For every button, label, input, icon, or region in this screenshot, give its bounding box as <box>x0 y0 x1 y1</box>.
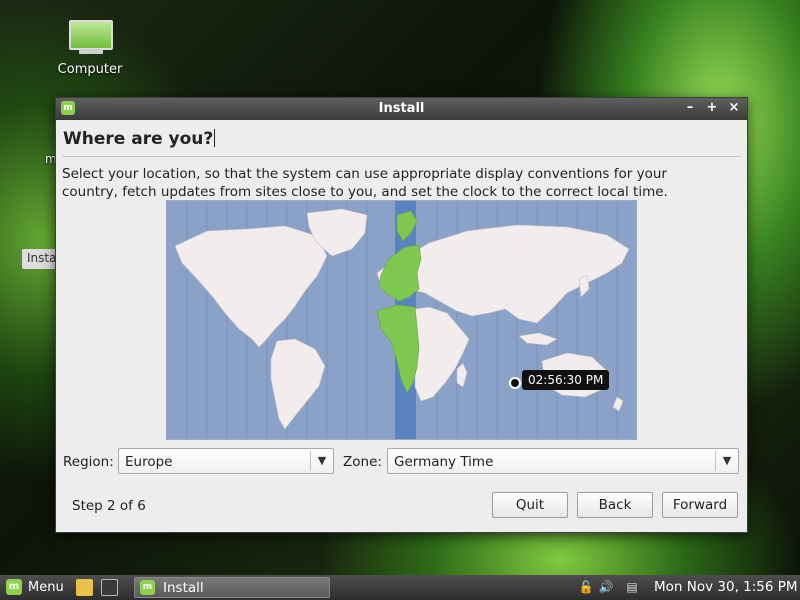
maximize-button[interactable]: + <box>705 100 719 116</box>
minimize-button[interactable]: – <box>683 100 697 116</box>
taskbar: m Menu m Install 🔓 🔊 ▤ Mon Nov 30, 1:56 … <box>0 575 800 600</box>
quit-button[interactable]: Quit <box>492 492 568 518</box>
map-time-tooltip: 02:56:30 PM <box>522 370 610 390</box>
location-pin-icon[interactable] <box>509 377 521 389</box>
network-icon[interactable]: ▤ <box>624 579 640 595</box>
chevron-down-icon: ▼ <box>715 451 738 471</box>
window-titlebar[interactable]: m Install – + × <box>56 98 747 120</box>
terminal-launcher-icon[interactable] <box>101 579 118 596</box>
text-editor-launcher-icon[interactable] <box>76 579 93 596</box>
taskbar-task-label: Install <box>163 580 204 596</box>
region-label: Region: <box>63 454 114 470</box>
region-select-value: Europe <box>125 454 173 470</box>
description-line: Select your location, so that the system… <box>62 166 667 182</box>
page-description: Select your location, so that the system… <box>62 165 741 201</box>
step-indicator: Step 2 of 6 <box>72 498 146 514</box>
text-caret <box>214 129 216 147</box>
zone-select-value: Germany Time <box>394 454 494 470</box>
start-menu-button[interactable]: m Menu <box>6 579 64 595</box>
window-title: Install <box>378 101 425 116</box>
mint-logo-icon: m <box>6 579 22 595</box>
description-line: country, fetch updates from sites close … <box>62 184 668 200</box>
page-heading: Where are you? <box>62 126 741 157</box>
desktop-icon-computer[interactable]: Computer <box>52 20 128 77</box>
page-title: Where are you? <box>63 129 214 149</box>
zone-label: Zone: <box>343 454 382 470</box>
mint-logo-icon: m <box>140 580 155 595</box>
wizard-footer: Step 2 of 6 Quit Back Forward <box>62 492 739 520</box>
location-selector-row: Region: Europe ▼ Zone: Germany Time ▼ <box>62 448 739 476</box>
zone-select[interactable]: Germany Time ▼ <box>387 448 739 474</box>
back-button[interactable]: Back <box>577 492 653 518</box>
install-window: m Install – + × Where are you? Select yo… <box>55 97 748 533</box>
taskbar-task-install[interactable]: m Install <box>134 577 330 598</box>
world-map-graphic <box>167 201 636 439</box>
taskbar-clock[interactable]: Mon Nov 30, 1:56 PM <box>654 579 798 595</box>
region-select[interactable]: Europe ▼ <box>118 448 334 474</box>
forward-button[interactable]: Forward <box>662 492 738 518</box>
desktop-icon-label: Computer <box>57 62 123 77</box>
menu-label: Menu <box>28 579 64 595</box>
timezone-map[interactable]: 02:56:30 PM <box>166 200 637 440</box>
close-button[interactable]: × <box>727 100 741 116</box>
chevron-down-icon: ▼ <box>310 451 333 471</box>
computer-icon <box>67 20 113 54</box>
lock-icon[interactable]: 🔓 <box>578 579 594 595</box>
volume-icon[interactable]: 🔊 <box>598 579 614 595</box>
